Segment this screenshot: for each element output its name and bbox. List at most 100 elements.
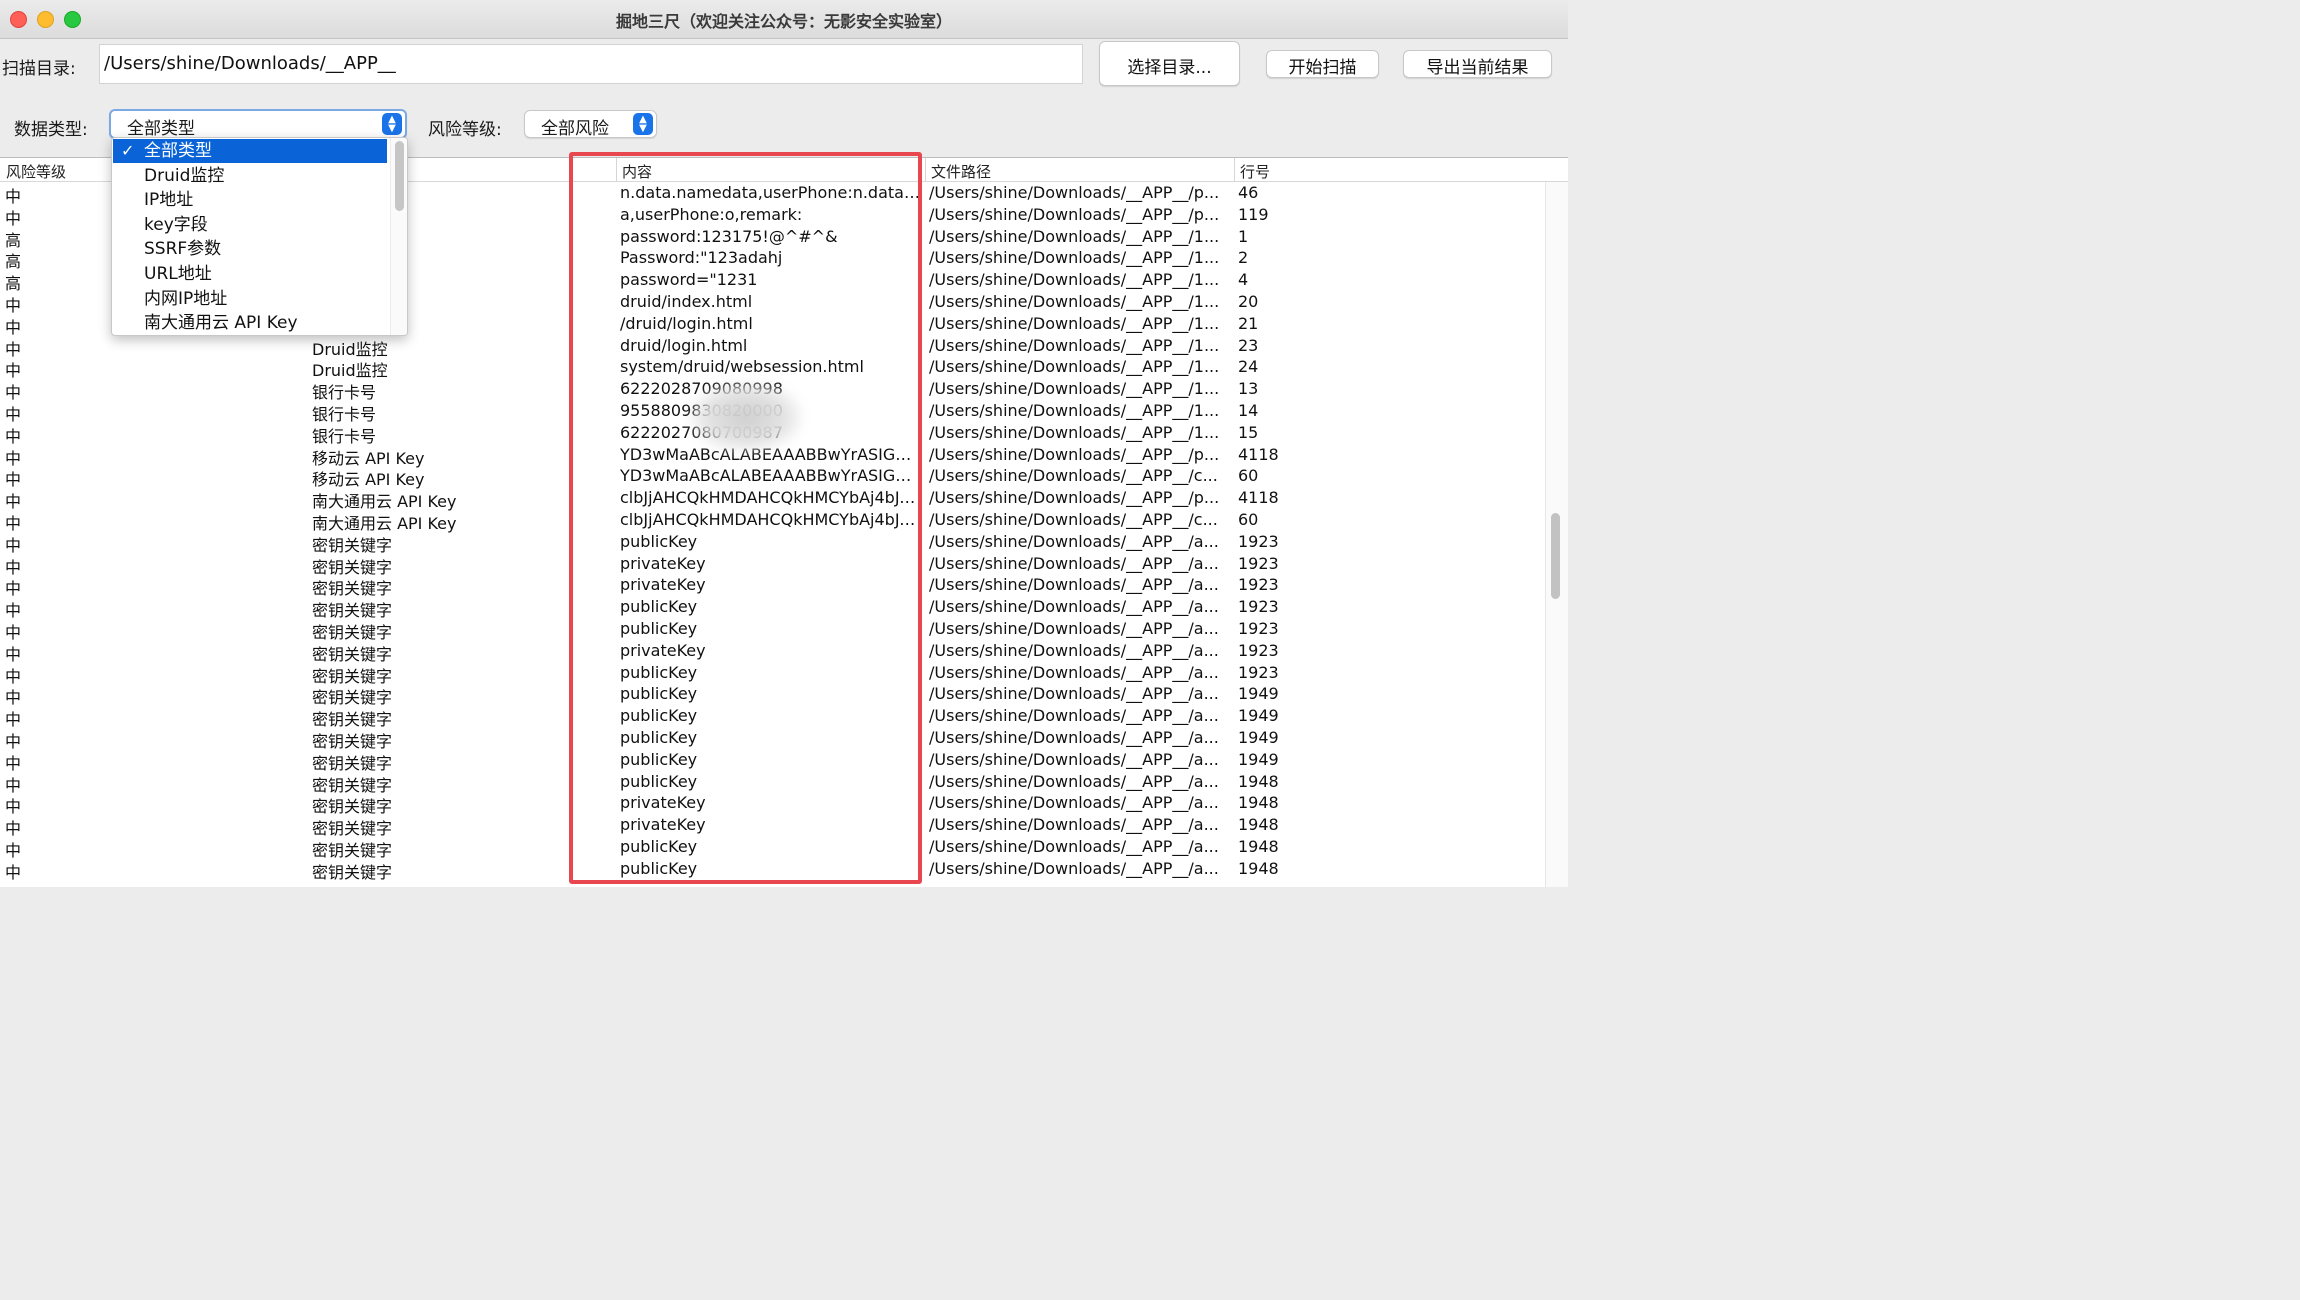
file-path-cell: /Users/shine/Downloads/__APP__/a... xyxy=(929,837,1219,856)
header-risk-level[interactable]: 风险等级 xyxy=(6,161,66,182)
file-path-cell: /Users/shine/Downloads/__APP__/a... xyxy=(929,771,1219,791)
line-number-cell: 1923 xyxy=(1238,597,1279,617)
line-number-cell: 60 xyxy=(1238,466,1259,486)
line-number-cell: 1948 xyxy=(1238,837,1279,856)
file-path-cell: /Users/shine/Downloads/__APP__/a... xyxy=(929,640,1219,660)
file-path-cell: /Users/shine/Downloads/__APP__/1... xyxy=(929,270,1220,290)
file-path-cell: /Users/shine/Downloads/__APP__/a... xyxy=(929,575,1219,595)
line-number-cell: 23 xyxy=(1238,335,1259,355)
file-path-cell: /Users/shine/Downloads/__APP__/a... xyxy=(929,706,1219,726)
line-number-cell: 2 xyxy=(1238,248,1249,268)
line-number-cell: 1948 xyxy=(1238,771,1279,791)
risk-level-label: 风险等级: xyxy=(428,120,502,140)
line-number-cell: 24 xyxy=(1238,357,1259,377)
line-number-cell: 15 xyxy=(1238,422,1259,442)
dropdown-option[interactable]: IP地址 xyxy=(113,188,387,212)
line-number-cell: 1923 xyxy=(1238,619,1279,638)
file-path-cell: /Users/shine/Downloads/__APP__/a... xyxy=(929,684,1219,704)
file-path-cell: /Users/shine/Downloads/__APP__/a... xyxy=(929,793,1219,813)
title-bar: 掘地三尺（欢迎关注公众号：无影安全实验室） xyxy=(0,0,1568,39)
start-scan-button[interactable]: 开始扫描 xyxy=(1266,50,1379,78)
file-path-cell: /Users/shine/Downloads/__APP__/a... xyxy=(929,749,1219,769)
line-number-cell: 1923 xyxy=(1238,662,1279,682)
line-number-cell: 14 xyxy=(1238,401,1259,420)
line-number-cell: 1 xyxy=(1238,226,1249,246)
risk-level-select-value: 全部风险 xyxy=(541,119,609,139)
file-path-cell: /Users/shine/Downloads/__APP__/1... xyxy=(929,357,1220,377)
dropdown-option[interactable]: 内网IP地址 xyxy=(113,287,387,311)
line-number-cell: 1923 xyxy=(1238,553,1279,573)
line-number-cell: 21 xyxy=(1238,313,1259,333)
select-chevron-icon: ▲ ▼ xyxy=(382,113,402,135)
line-number-cell: 1949 xyxy=(1238,749,1279,769)
data-type-select[interactable]: 全部类型 ▲ ▼ xyxy=(109,109,407,139)
export-button[interactable]: 导出当前结果 xyxy=(1403,50,1552,78)
dropdown-option[interactable]: 南大通用云 API Key xyxy=(113,311,387,335)
line-number-cell: 20 xyxy=(1238,292,1259,311)
line-number-cell: 1949 xyxy=(1238,684,1279,704)
line-number-cell: 1923 xyxy=(1238,531,1279,551)
line-number-cell: 4118 xyxy=(1238,488,1279,508)
file-path-cell: /Users/shine/Downloads/__APP__/p... xyxy=(929,488,1220,508)
file-path-cell: /Users/shine/Downloads/__APP__/1... xyxy=(929,379,1220,399)
file-path-cell: /Users/shine/Downloads/__APP__/a... xyxy=(929,858,1219,878)
data-type-select-value: 全部类型 xyxy=(127,119,195,139)
dropdown-option[interactable]: ✓ 全部类型 xyxy=(113,139,387,163)
line-number-cell: 1949 xyxy=(1238,728,1279,747)
dropdown-option-label: Druid监控 xyxy=(144,165,225,186)
dropdown-option-label: URL地址 xyxy=(144,264,212,284)
file-path-cell: /Users/shine/Downloads/__APP__/1... xyxy=(929,292,1220,311)
header-file-path[interactable]: 文件路径 xyxy=(931,161,991,182)
file-path-cell: /Users/shine/Downloads/__APP__/p... xyxy=(929,444,1220,464)
risk-level-cell: 中 xyxy=(5,862,22,882)
risk-level-select[interactable]: 全部风险 ▲ ▼ xyxy=(524,110,657,139)
file-path-cell: /Users/shine/Downloads/__APP__/1... xyxy=(929,226,1220,246)
file-path-cell: /Users/shine/Downloads/__APP__/1... xyxy=(929,313,1220,333)
dropdown-option-label: 南大通用云 API Key xyxy=(144,313,298,334)
dropdown-option[interactable]: SSRF参数 xyxy=(113,237,387,261)
checkmark-icon: ✓ xyxy=(121,141,135,160)
line-number-cell: 1923 xyxy=(1238,640,1279,660)
dropdown-scroll-thumb[interactable] xyxy=(395,141,404,211)
line-number-cell: 4 xyxy=(1238,270,1249,290)
dropdown-option[interactable]: URL地址 xyxy=(113,262,387,286)
dropdown-option[interactable]: key字段 xyxy=(113,213,387,237)
file-path-cell: /Users/shine/Downloads/__APP__/a... xyxy=(929,531,1219,551)
file-path-cell: /Users/shine/Downloads/__APP__/a... xyxy=(929,597,1219,617)
file-path-cell: /Users/shine/Downloads/__APP__/c... xyxy=(929,510,1218,529)
file-path-cell: /Users/shine/Downloads/__APP__/a... xyxy=(929,553,1219,573)
file-path-cell: /Users/shine/Downloads/__APP__/1... xyxy=(929,248,1220,268)
file-path-cell: /Users/shine/Downloads/__APP__/a... xyxy=(929,619,1219,638)
file-path-cell: /Users/shine/Downloads/__APP__/1... xyxy=(929,335,1220,355)
type-cell: 密钥关键字 xyxy=(312,862,393,882)
dropdown-option-label: 内网IP地址 xyxy=(144,288,228,309)
line-number-cell: 60 xyxy=(1238,510,1259,529)
line-number-cell: 119 xyxy=(1238,204,1269,224)
dropdown-option-label: key字段 xyxy=(144,214,208,235)
dropdown-option[interactable]: Druid监控 xyxy=(113,164,387,188)
line-number-cell: 4118 xyxy=(1238,444,1279,464)
select-chevron-icon: ▲ ▼ xyxy=(633,113,653,135)
scan-dir-input[interactable]: /Users/shine/Downloads/__APP__ xyxy=(99,44,1083,84)
choose-dir-button[interactable]: 选择目录... xyxy=(1099,41,1240,86)
dropdown-option-label: 全部类型 xyxy=(144,141,212,161)
content-column-highlight xyxy=(569,152,922,884)
line-number-cell: 1948 xyxy=(1238,815,1279,835)
data-type-dropdown-menu: ✓ 全部类型 Druid监控 IP地址 key字段 SSRF参数 URL地址内网IP地址南大… xyxy=(111,137,408,336)
line-number-cell: 1948 xyxy=(1238,858,1279,878)
line-number-cell: 13 xyxy=(1238,379,1259,399)
data-type-label: 数据类型: xyxy=(14,120,88,140)
line-number-cell: 1948 xyxy=(1238,793,1279,813)
file-path-cell: /Users/shine/Downloads/__APP__/p... xyxy=(929,204,1220,224)
header-line-number[interactable]: 行号 xyxy=(1240,161,1270,182)
window-title: 掘地三尺（欢迎关注公众号：无影安全实验室） xyxy=(615,12,952,31)
line-number-cell: 1949 xyxy=(1238,706,1279,726)
file-path-cell: /Users/shine/Downloads/__APP__/a... xyxy=(929,662,1219,682)
dropdown-option-label: IP地址 xyxy=(144,190,194,211)
scan-dir-label: 扫描目录: xyxy=(2,59,76,79)
line-number-cell: 1923 xyxy=(1238,575,1279,595)
table-scroll-thumb[interactable] xyxy=(1551,513,1560,599)
file-path-cell: /Users/shine/Downloads/__APP__/a... xyxy=(929,728,1219,747)
file-path-cell: /Users/shine/Downloads/__APP__/p... xyxy=(929,183,1220,202)
file-path-cell: /Users/shine/Downloads/__APP__/1... xyxy=(929,422,1220,442)
